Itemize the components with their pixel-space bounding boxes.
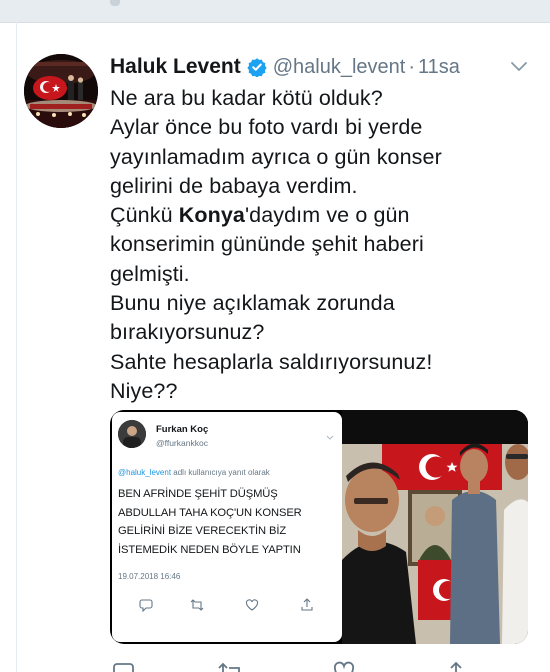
embedded-author-name: Furkan Koç	[156, 424, 209, 435]
embedded-line: BEN AFRİNDE ŞEHİT DÜŞMÜŞ	[118, 488, 278, 500]
reply-suffix: adlı kullanıcıya yanıt olarak	[171, 468, 270, 477]
reply-icon	[112, 660, 136, 672]
photo-image	[342, 410, 528, 644]
previous-tweet-edge	[0, 0, 550, 22]
selfie-photo	[342, 410, 528, 644]
line-text: Çünkü	[110, 203, 179, 228]
retweet-icon	[218, 660, 244, 672]
bold-word: Konya	[178, 203, 245, 228]
tweet-line: Çünkü Konya'daydım ve o gün	[110, 201, 530, 230]
tweet-line: Niye??	[110, 378, 178, 403]
heart-icon	[332, 660, 356, 672]
tweet-line: bırakıyorsunuz?	[110, 320, 265, 345]
reply-button[interactable]	[112, 660, 136, 672]
tweet-timestamp[interactable]: 11sa	[418, 56, 460, 79]
embedded-line: ABDULLAH TAHA KOÇ'UN KONSER	[118, 506, 302, 519]
cropped-action-icon	[110, 0, 120, 6]
verified-badge-icon	[247, 57, 267, 77]
retweet-button[interactable]	[218, 660, 244, 672]
embedded-line: İSTEMEDİK NEDEN BÖYLE YAPTIN	[118, 543, 301, 556]
embedded-action-bar	[112, 598, 342, 614]
share-button[interactable]	[444, 660, 468, 672]
tweet-line: Sahte hesaplarla saldırıyorsunuz!	[110, 349, 433, 374]
tweet-media[interactable]: Furkan Koç @ffurkankkoc @haluk_levent ad…	[110, 410, 528, 644]
avatar-concert-image	[24, 54, 98, 128]
heart-icon	[245, 598, 259, 612]
embedded-tweet-text: BEN AFRİNDE ŞEHİT DÜŞMÜŞ ABDULLAH TAHA K…	[118, 485, 340, 559]
separator-dot: ·	[408, 55, 415, 78]
like-button[interactable]	[332, 660, 356, 672]
line-text: 'daydım ve o gün	[244, 203, 410, 228]
reply-mention: @haluk_levent	[118, 468, 172, 477]
tweet-line: gelirini de babaya verdim.	[110, 173, 358, 198]
author-name[interactable]: Haluk Levent	[110, 55, 241, 79]
embedded-author-handle: @ffurkankkoc	[156, 438, 208, 448]
embedded-tweet-screenshot: Furkan Koç @ffurkankkoc @haluk_levent ad…	[112, 412, 342, 642]
tweet-line: yayınlamadım ayrıca o gün konser	[110, 144, 442, 169]
chevron-down-icon	[326, 428, 334, 440]
embedded-date: 19.07.2018 16:46	[118, 572, 181, 581]
chevron-down-icon[interactable]	[510, 60, 528, 74]
tweet-line: konserimin gününde şehit haberi	[110, 232, 424, 257]
author-avatar[interactable]	[24, 54, 98, 128]
reply-icon	[139, 598, 153, 613]
tweet-action-bar	[110, 660, 530, 672]
reply-context: @haluk_levent adlı kullanıcıya yanıt ola…	[118, 468, 270, 477]
tweet-line: Bunu niye açıklamak zorunda	[110, 291, 395, 316]
tweet-line: Ne ara bu kadar kötü olduk?	[110, 86, 383, 110]
retweet-icon	[190, 598, 204, 612]
tweet-line: Aylar önce bu foto vardı bi yerde	[110, 115, 423, 140]
embedded-author-avatar	[118, 420, 146, 448]
tweet-text: Ne ara bu kadar kötü olduk? Aylar önce b…	[110, 84, 530, 406]
tweet-line: gelmişti.	[110, 261, 190, 286]
timeline-border	[16, 22, 17, 672]
share-icon	[444, 660, 468, 672]
tweet-header: Haluk Levent @haluk_levent · 11sa	[110, 52, 460, 82]
divider	[0, 22, 550, 23]
share-icon	[300, 598, 314, 612]
embedded-line: GELİRİNİ BİZE VERECEKTİN BİZ	[118, 525, 287, 537]
author-handle[interactable]: @haluk_levent	[273, 56, 406, 79]
